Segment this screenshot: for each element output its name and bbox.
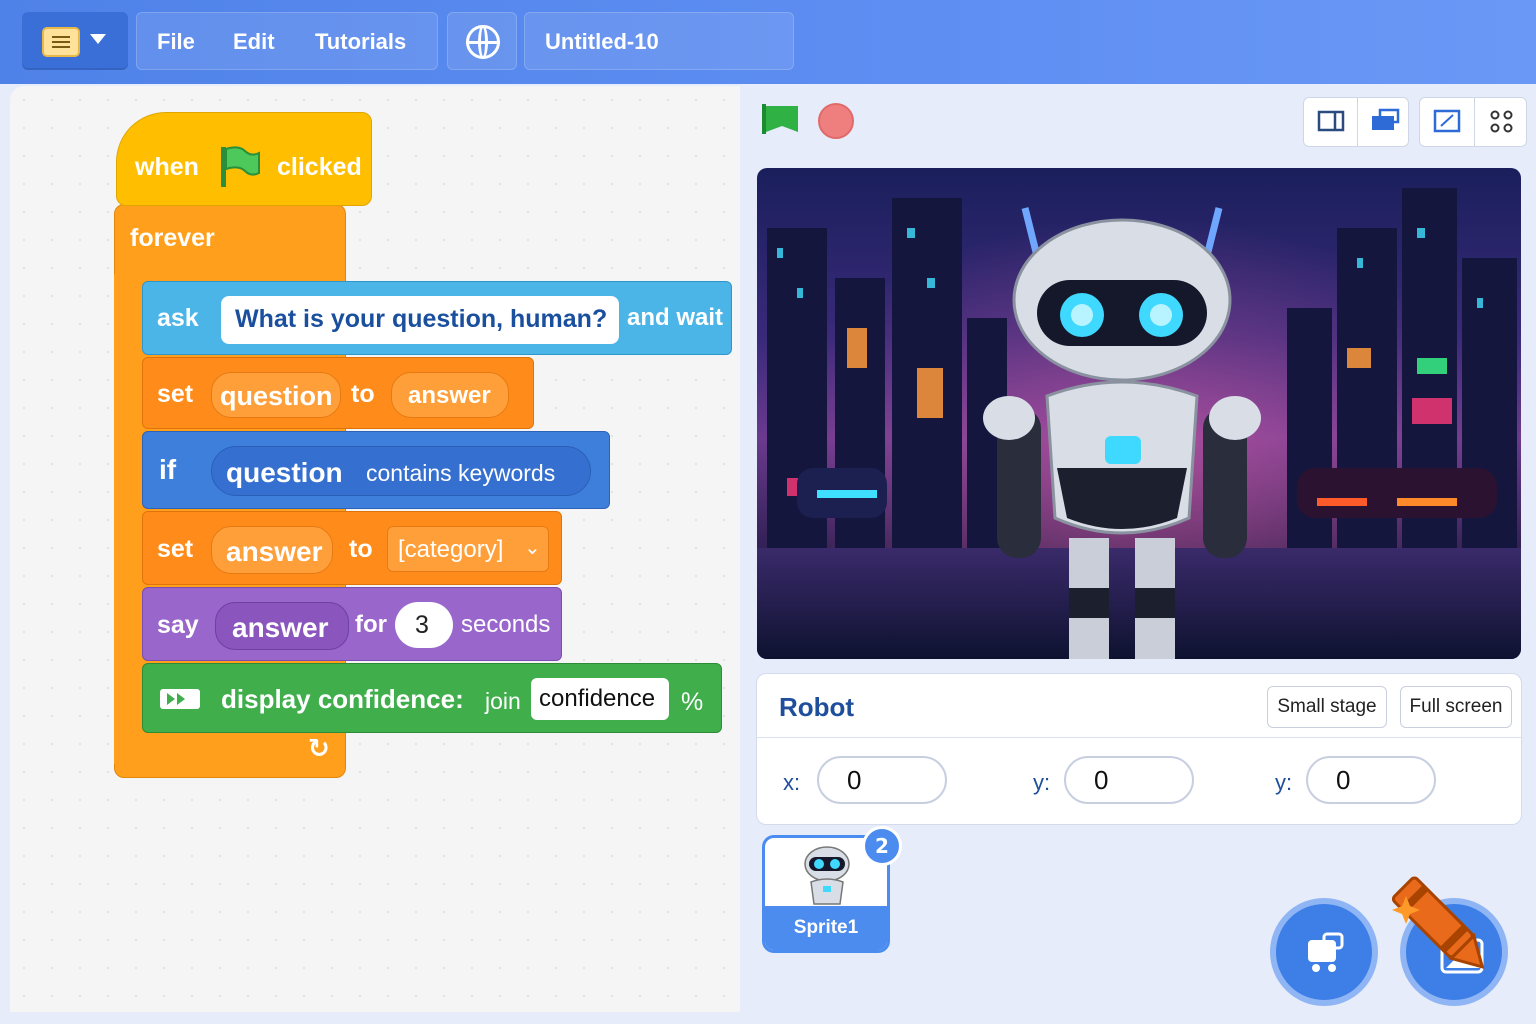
grid-view-button[interactable]	[1474, 98, 1527, 146]
cart-icon	[1308, 932, 1344, 972]
ask-label: ask	[157, 304, 199, 332]
display-confidence-label: display confidence:	[221, 684, 464, 714]
when-flag-clicked-block[interactable]: when clicked	[116, 112, 372, 206]
chevron-down-icon	[90, 34, 106, 44]
extension-icon	[160, 689, 200, 709]
menu-bar: File Edit Tutorials Untitled-10	[0, 0, 1536, 84]
say-for-seconds-block[interactable]: say answer for 3 seconds	[142, 587, 562, 661]
to-label-2: to	[349, 535, 373, 563]
normal-stage-button[interactable]	[1357, 98, 1410, 146]
question-variable-dropdown[interactable]: question	[211, 372, 341, 418]
to-label: to	[351, 380, 375, 408]
tutorials-menu[interactable]: Tutorials	[315, 29, 406, 55]
say-label: say	[157, 611, 199, 639]
globe-icon	[466, 25, 500, 59]
set-label: set	[157, 380, 194, 408]
small-stage-icon	[1317, 110, 1345, 132]
choose-sprite-button[interactable]	[1270, 898, 1378, 1006]
answer-reporter-say[interactable]: answer	[215, 602, 349, 650]
loop-arrow-icon: ↻	[308, 734, 330, 764]
large-stage-icon	[1372, 108, 1400, 130]
percent-label: %	[681, 688, 704, 716]
crayon-icon[interactable]	[1382, 868, 1502, 988]
clicked-label: clicked	[277, 153, 362, 181]
chevron-down-icon: ⌄	[524, 535, 541, 559]
sprite-thumbnail	[804, 846, 850, 905]
full-screen-button[interactable]: Full screen	[1400, 686, 1512, 728]
code-workspace[interactable]: forever ↻ when clicked ask What is your …	[10, 86, 740, 1012]
stage-scene	[757, 168, 1521, 659]
x-input[interactable]: 0	[817, 756, 947, 804]
menu-icon	[42, 27, 80, 57]
stop-icon[interactable]	[818, 103, 854, 139]
confidence-input[interactable]: confidence	[531, 678, 669, 720]
sprite-info-panel: Robot Small stage Full screen x: 0 y: 0 …	[756, 673, 1522, 825]
set-question-block[interactable]: set question to answer	[142, 357, 534, 429]
y-input[interactable]: 0	[1064, 756, 1194, 804]
set-answer-block[interactable]: set answer to [category] ⌄	[142, 511, 562, 585]
seconds-input[interactable]: 3	[395, 602, 453, 648]
main-menu-button[interactable]	[22, 12, 128, 70]
y2-input[interactable]: 0	[1306, 756, 1436, 804]
expand-icon	[1433, 109, 1461, 133]
green-flag-icon[interactable]	[762, 104, 800, 134]
join-label: join	[485, 688, 521, 714]
project-title-field[interactable]: Untitled-10	[524, 12, 794, 70]
stage-header	[742, 86, 1536, 158]
if-block[interactable]: if question contains keywords	[142, 431, 610, 509]
green-flag-icon	[221, 146, 260, 187]
answer-variable-dropdown[interactable]: answer	[211, 526, 333, 574]
display-confidence-block[interactable]: display confidence: join confidence %	[142, 663, 722, 733]
set-label-2: set	[157, 535, 194, 563]
contains-condition[interactable]: question contains keywords	[211, 446, 591, 496]
x-label: x:	[783, 770, 801, 795]
ask-question-input[interactable]: What is your question, human?	[221, 296, 619, 344]
if-label: if	[159, 454, 177, 485]
project-title: Untitled-10	[545, 29, 659, 54]
forever-label: forever	[130, 224, 215, 252]
y-label: y:	[1033, 770, 1051, 795]
stage-canvas[interactable]	[757, 168, 1521, 659]
sprite-badge[interactable]: 2	[862, 826, 902, 866]
when-label: when	[135, 153, 199, 181]
menu-group: File Edit Tutorials	[136, 12, 438, 70]
language-button[interactable]	[447, 12, 517, 70]
grid-icon	[1490, 110, 1513, 133]
y2-label: y:	[1275, 770, 1293, 795]
file-menu[interactable]: File	[157, 29, 195, 55]
sprite-name: Robot	[779, 692, 855, 722]
and-wait-label: and wait	[627, 304, 724, 331]
answer-reporter[interactable]: answer	[391, 372, 509, 418]
category-dropdown[interactable]: [category] ⌄	[387, 526, 549, 572]
divider	[757, 737, 1521, 738]
small-stage-button-text[interactable]: Small stage	[1267, 686, 1387, 728]
ask-and-wait-block[interactable]: ask What is your question, human? and wa…	[142, 281, 732, 355]
stage-size-toggle	[1303, 97, 1409, 147]
edit-menu[interactable]: Edit	[233, 29, 275, 55]
small-stage-button[interactable]	[1304, 98, 1357, 146]
for-label: for	[355, 611, 387, 638]
edit-stage-button[interactable]	[1420, 98, 1473, 146]
stage-view-toggle	[1419, 97, 1527, 147]
seconds-label: seconds	[461, 611, 551, 638]
sprite-label: Sprite1	[765, 906, 887, 950]
